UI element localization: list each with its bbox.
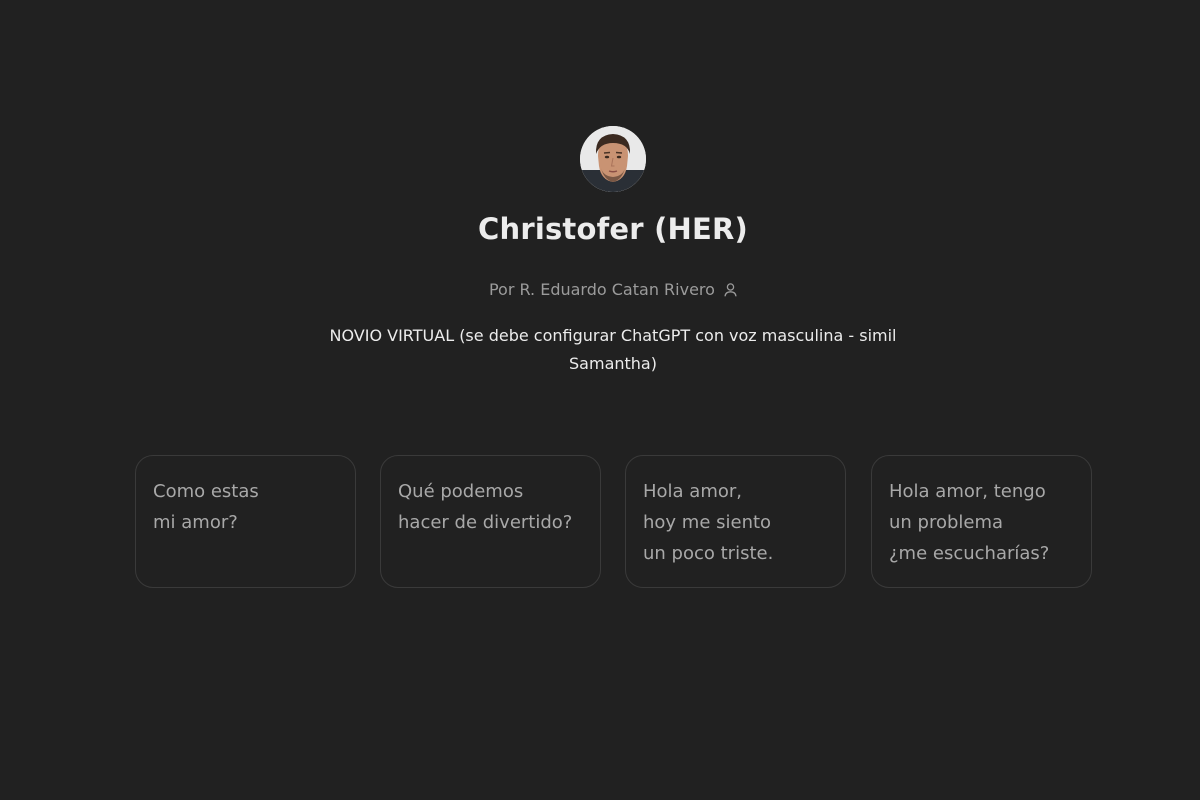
gpt-title: Christofer (HER) [477,212,749,246]
author-label: Por R. Eduardo Catan Rivero [488,280,715,299]
man-portrait-icon [580,126,646,192]
user-icon [724,282,737,301]
conversation-starter-4[interactable]: Hola amor, tengo un problema ¿me escucha… [871,455,1092,588]
gpt-avatar [580,126,646,192]
conversation-starter-2[interactable]: Qué podemos hacer de divertido? [380,455,601,588]
gpt-author: Por R. Eduardo Catan Rivero [0,280,1200,301]
gpt-description: NOVIO VIRTUAL (se debe configurar ChatGP… [329,326,897,373]
conversation-starter-1[interactable]: Como estas mi amor? [135,455,356,588]
conversation-starter-3[interactable]: Hola amor, hoy me siento un poco triste. [625,455,846,588]
gpt-landing-page: Christofer (HER) Por R. Eduardo Catan Ri… [0,0,1200,800]
